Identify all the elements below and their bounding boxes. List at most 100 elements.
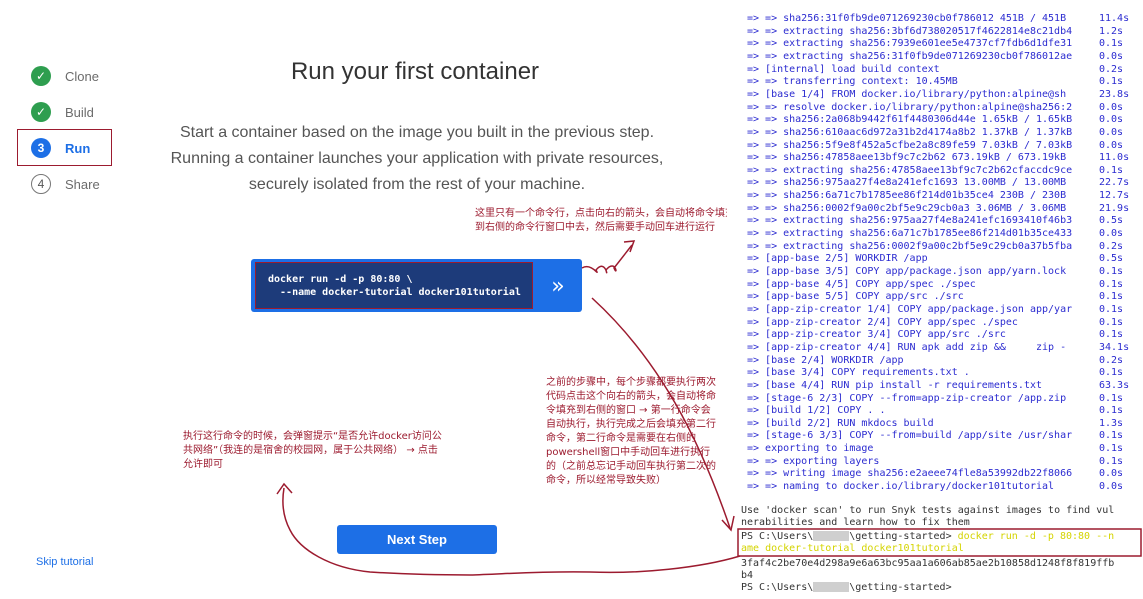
log-duration: 0.1s bbox=[1099, 316, 1124, 328]
log-duration: 0.2s bbox=[1099, 63, 1124, 75]
log-line: => [build 1/2] COPY . . 0.1s bbox=[747, 404, 1123, 417]
log-line: => [app-zip-creator 4/4] RUN apk add zip… bbox=[747, 341, 1129, 354]
prompt-text: \getting-started> bbox=[849, 582, 952, 593]
log-duration: 0.5s bbox=[1099, 253, 1124, 265]
log-duration: 0.1s bbox=[1099, 392, 1124, 404]
log-line: => [base 1/4] FROM docker.io/library/pyt… bbox=[747, 88, 1129, 101]
page-title: Run your first container bbox=[290, 58, 540, 85]
log-duration: 0.1s bbox=[1099, 278, 1124, 290]
log-line: => => exporting layers 0.1s bbox=[747, 455, 1123, 468]
log-text: => [base 3/4] COPY requirements.txt . bbox=[747, 367, 970, 379]
log-duration: 0.2s bbox=[1099, 354, 1124, 366]
step-description: Start a container based on the image you… bbox=[170, 124, 664, 193]
command-line: --name docker-tutorial docker101tutorial bbox=[268, 287, 521, 298]
terminal-text: 3faf4c2be70e4d298a9e6a63bc95aa1a606ab85a… bbox=[741, 558, 1115, 569]
terminal-text: nerabilities and learn how to fix them bbox=[741, 517, 970, 528]
log-text: => [app-base 2/5] WORKDIR /app bbox=[747, 253, 928, 265]
log-text: => => sha256:610aac6d972a31b2d4174a8b2 1… bbox=[747, 126, 1073, 138]
log-text: => => sha256:0002f9a00c2bf5e9c29cb0a3 3.… bbox=[747, 202, 1067, 214]
log-line: => [app-zip-creator 3/4] COPY app/src ./… bbox=[747, 328, 1123, 341]
log-text: => => sha256:6a71c7b1785ee86f214d01b35ce… bbox=[747, 190, 1067, 202]
log-text: => [app-zip-creator 3/4] COPY app/src ./… bbox=[747, 329, 1006, 341]
log-text: => => writing image sha256:e2aeee74fle8a… bbox=[747, 468, 1073, 480]
annotation-highlight-run bbox=[17, 129, 112, 166]
log-line: => => sha256:47858aee13bf9c7c2b62 673.19… bbox=[747, 151, 1129, 164]
log-duration: 0.1s bbox=[1099, 455, 1124, 467]
log-line: => [app-zip-creator 1/4] COPY app/packag… bbox=[747, 303, 1123, 316]
log-line: => => extracting sha256:975aa27f4e8a241e… bbox=[747, 214, 1123, 227]
log-text: => [app-zip-creator 1/4] COPY app/packag… bbox=[747, 303, 1073, 315]
log-text: => [base 1/4] FROM docker.io/library/pyt… bbox=[747, 88, 1067, 100]
log-duration: 0.0s bbox=[1099, 481, 1124, 493]
prompt-text: PS C:\Users\ bbox=[741, 582, 814, 593]
log-line: => [app-zip-creator 2/4] COPY app/spec .… bbox=[747, 316, 1123, 329]
run-in-terminal-button[interactable]: » bbox=[543, 269, 573, 303]
log-duration: 12.7s bbox=[1099, 190, 1130, 202]
command-block[interactable]: docker run -d -p 80:80 \ --name docker-t… bbox=[251, 259, 582, 312]
log-text: => [build 2/2] RUN mkdocs build bbox=[747, 417, 934, 429]
log-duration: 11.4s bbox=[1099, 13, 1130, 24]
log-line: => => sha256:2a068b9442f61f4480306d44e 1… bbox=[747, 113, 1123, 126]
log-line: => => naming to docker.io/library/docker… bbox=[747, 480, 1123, 493]
log-duration: 0.5s bbox=[1099, 215, 1124, 227]
log-line: => => sha256:610aac6d972a31b2d4174a8b2 1… bbox=[747, 126, 1123, 139]
step-number-icon: 4 bbox=[31, 174, 51, 194]
log-duration: 0.1s bbox=[1099, 430, 1124, 442]
log-text: => => sha256:31f0fb9de071269230cb0f78601… bbox=[747, 13, 1067, 24]
skip-tutorial-link[interactable]: Skip tutorial bbox=[36, 556, 93, 568]
log-text: => => exporting layers bbox=[747, 455, 880, 467]
log-text: => => extracting sha256:6a71c7b1785ee86f… bbox=[747, 228, 1073, 240]
scan-message: Use 'docker scan' to run Snyk tests agai… bbox=[741, 505, 1114, 529]
log-duration: 34.1s bbox=[1099, 341, 1130, 353]
log-text: => => sha256:975aa27f4e8a241efc1693 13.0… bbox=[747, 177, 1067, 189]
container-id: 3faf4c2be70e4d298a9e6a63bc95aa1a606ab85a… bbox=[741, 558, 1114, 582]
command-text: docker run -d -p 80:80 --n bbox=[957, 531, 1115, 542]
terminal-text: Use 'docker scan' to run Snyk tests agai… bbox=[741, 505, 1115, 516]
log-line: => [app-base 2/5] WORKDIR /app 0.5s bbox=[747, 252, 1123, 265]
step-clone[interactable]: ✓ Clone bbox=[31, 63, 121, 89]
log-line: => [app-base 4/5] COPY app/spec ./spec 0.… bbox=[747, 278, 1123, 291]
terminal-text: b4 bbox=[741, 570, 754, 581]
log-duration: 0.1s bbox=[1099, 38, 1124, 50]
log-duration: 22.7s bbox=[1099, 177, 1130, 189]
log-line: => [internal] load build context 0.2s bbox=[747, 63, 1123, 76]
run-command-line: PS C:\Users\ \getting-started> docker run… bbox=[741, 531, 1114, 555]
log-duration: 63.3s bbox=[1099, 379, 1130, 391]
log-text: => [app-zip-creator 4/4] RUN apk add zip… bbox=[747, 341, 1067, 353]
step-share[interactable]: 4 Share bbox=[31, 171, 121, 197]
check-icon: ✓ bbox=[31, 102, 51, 122]
log-line: => => transferring context: 10.45MB 0.1s bbox=[747, 75, 1123, 88]
log-duration: 23.8s bbox=[1099, 88, 1130, 100]
next-step-button[interactable]: Next Step bbox=[337, 525, 497, 554]
log-text: => [build 1/2] COPY . . bbox=[747, 405, 886, 417]
log-line: => => extracting sha256:7939e601ee5e4737… bbox=[747, 37, 1123, 50]
log-duration: 0.1s bbox=[1099, 266, 1124, 277]
step-build[interactable]: ✓ Build bbox=[31, 99, 121, 125]
log-text: => => sha256:5f9e8f452a5cfbe2a8c89fe59 7… bbox=[747, 139, 1073, 151]
log-text: => => extracting sha256:47858aee13bf9c7c… bbox=[747, 164, 1073, 176]
log-duration: 0.2s bbox=[1099, 240, 1124, 252]
log-line: => => sha256:31f0fb9de071269230cb0f78601… bbox=[747, 12, 1129, 25]
log-line: => => extracting sha256:6a71c7b1785ee86f… bbox=[747, 227, 1123, 240]
log-line: => => sha256:6a71c7b1785ee86f214d01b35ce… bbox=[747, 189, 1129, 202]
log-text: => => extracting sha256:975aa27f4e8a241e… bbox=[747, 215, 1073, 227]
log-line: => => extracting sha256:31f0fb9de0712692… bbox=[747, 50, 1123, 63]
log-line: => => sha256:975aa27f4e8a241efc1693 13.0… bbox=[747, 176, 1129, 189]
log-line: => => sha256:5f9e8f452a5cfbe2a8c89fe59 7… bbox=[747, 139, 1123, 152]
annotation-note: 之前的步骤中，每个步骤都要执行两次代码点击这个向右的箭头，会自动将命令填充到右侧… bbox=[546, 377, 716, 486]
log-duration: 0.1s bbox=[1099, 164, 1124, 176]
log-duration: 1.2s bbox=[1099, 25, 1124, 37]
tutorial-panel: ✓ Clone ✓ Build 3 Run 4 Share Run your f… bbox=[0, 0, 735, 599]
log-text: => => sha256:2a068b9442f61f4480306d44e 1… bbox=[747, 114, 1073, 126]
log-line: => => extracting sha256:0002f9a00c2bf5e9… bbox=[747, 240, 1123, 253]
command-code: docker run -d -p 80:80 \ --name docker-t… bbox=[255, 262, 533, 309]
prompt-line: PS C:\Users\ \getting-started> bbox=[741, 582, 952, 594]
log-duration: 0.0s bbox=[1099, 114, 1124, 126]
powershell-terminal[interactable]: => => sha256:31f0fb9de071269230cb0f78601… bbox=[727, 0, 1143, 599]
log-text: => [app-base 3/5] COPY app/package.json … bbox=[747, 266, 1067, 277]
prompt-text: \getting-started> bbox=[849, 531, 958, 542]
log-duration: 0.0s bbox=[1099, 50, 1124, 62]
log-line: => [stage-6 3/3] COPY --from=build /app/… bbox=[747, 429, 1123, 442]
log-duration: 0.1s bbox=[1099, 76, 1124, 88]
log-text: => => extracting sha256:3bf6d738020517f4… bbox=[747, 25, 1073, 37]
